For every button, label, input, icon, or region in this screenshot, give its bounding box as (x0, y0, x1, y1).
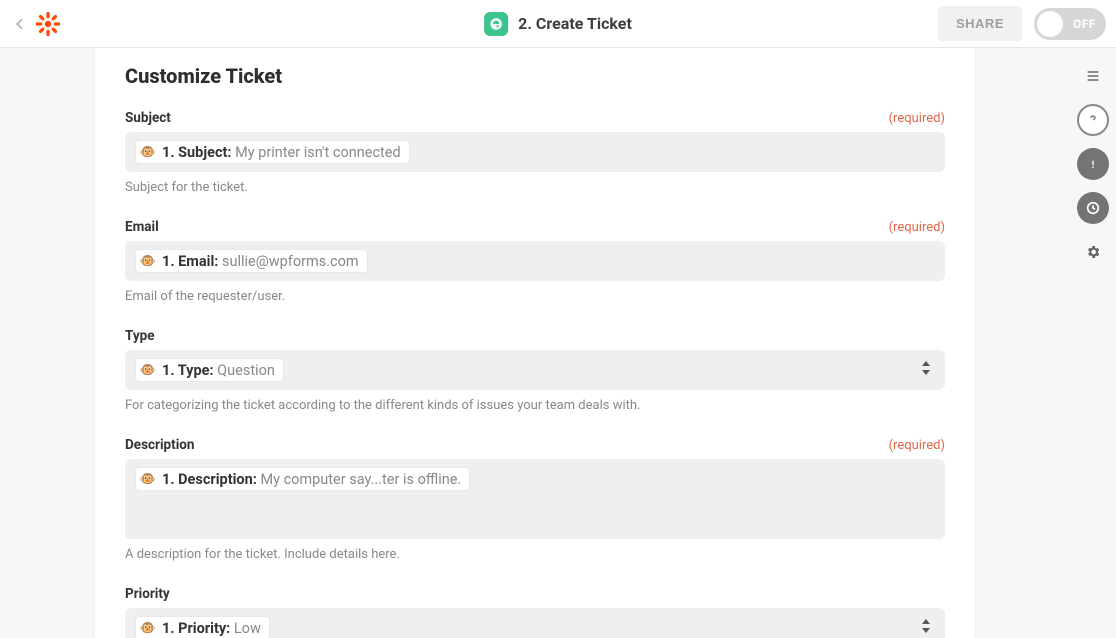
alert-icon[interactable] (1077, 148, 1109, 180)
subject-help: Subject for the ticket. (125, 180, 945, 195)
email-pill[interactable]: 🐵 1. Email: sullie@wpforms.com (135, 249, 368, 273)
toggle-label: OFF (1073, 17, 1096, 31)
field-type: Type 🐵 1. Type: Question For categorizin… (125, 328, 945, 413)
topbar-left (10, 10, 62, 38)
priority-pill[interactable]: 🐵 1. Priority: Low (135, 616, 270, 638)
settings-gear-icon[interactable] (1077, 236, 1109, 268)
help-icon[interactable] (1077, 104, 1109, 136)
subject-input[interactable]: 🐵 1. Subject: My printer isn't connected (125, 132, 945, 172)
topbar: 2. Create Ticket SHARE OFF (0, 0, 1116, 48)
wpforms-icon: 🐵 (140, 471, 156, 487)
description-input[interactable]: 🐵 1. Description: My computer say...ter … (125, 459, 945, 539)
toggle-knob-icon (1037, 11, 1063, 37)
description-help: A description for the ticket. Include de… (125, 547, 945, 562)
subject-label: Subject (125, 110, 171, 126)
main-scroll[interactable]: Customize Ticket Subject (required) 🐵 1.… (0, 48, 1070, 638)
zapier-logo-icon (34, 10, 62, 38)
topbar-right: SHARE OFF (938, 6, 1106, 41)
subject-required: (required) (889, 111, 945, 126)
description-pill[interactable]: 🐵 1. Description: My computer say...ter … (135, 467, 470, 491)
section-title: Customize Ticket (125, 64, 945, 88)
back-button[interactable] (10, 14, 30, 34)
right-sidebar (1070, 48, 1116, 638)
outline-panel-icon[interactable] (1077, 60, 1109, 92)
type-label: Type (125, 328, 155, 344)
email-label: Email (125, 219, 159, 235)
zap-toggle[interactable]: OFF (1034, 8, 1106, 40)
wpforms-icon: 🐵 (140, 362, 156, 378)
wpforms-icon: 🐵 (140, 620, 156, 636)
type-select[interactable]: 🐵 1. Type: Question (125, 350, 945, 390)
select-caret-icon (921, 361, 931, 379)
email-required: (required) (889, 220, 945, 235)
step-header: 2. Create Ticket (484, 12, 632, 36)
priority-select[interactable]: 🐵 1. Priority: Low (125, 608, 945, 638)
field-email: Email (required) 🐵 1. Email: sullie@wpfo… (125, 219, 945, 304)
field-description: Description (required) 🐵 1. Description:… (125, 437, 945, 562)
share-button[interactable]: SHARE (938, 6, 1022, 41)
wpforms-icon: 🐵 (140, 144, 156, 160)
email-input[interactable]: 🐵 1. Email: sullie@wpforms.com (125, 241, 945, 281)
step-title: 2. Create Ticket (518, 14, 632, 33)
description-required: (required) (889, 438, 945, 453)
description-label: Description (125, 437, 194, 453)
priority-label: Priority (125, 586, 170, 602)
wpforms-icon: 🐵 (140, 253, 156, 269)
email-help: Email of the requester/user. (125, 289, 945, 304)
type-help: For categorizing the ticket according to… (125, 398, 945, 413)
field-priority: Priority 🐵 1. Priority: Low Priority of … (125, 586, 945, 638)
select-caret-icon (921, 619, 931, 637)
history-icon[interactable] (1077, 192, 1109, 224)
freshdesk-app-icon (484, 12, 508, 36)
customize-card: Customize Ticket Subject (required) 🐵 1.… (95, 48, 975, 638)
subject-pill[interactable]: 🐵 1. Subject: My printer isn't connected (135, 140, 410, 164)
field-subject: Subject (required) 🐵 1. Subject: My prin… (125, 110, 945, 195)
type-pill[interactable]: 🐵 1. Type: Question (135, 358, 284, 382)
